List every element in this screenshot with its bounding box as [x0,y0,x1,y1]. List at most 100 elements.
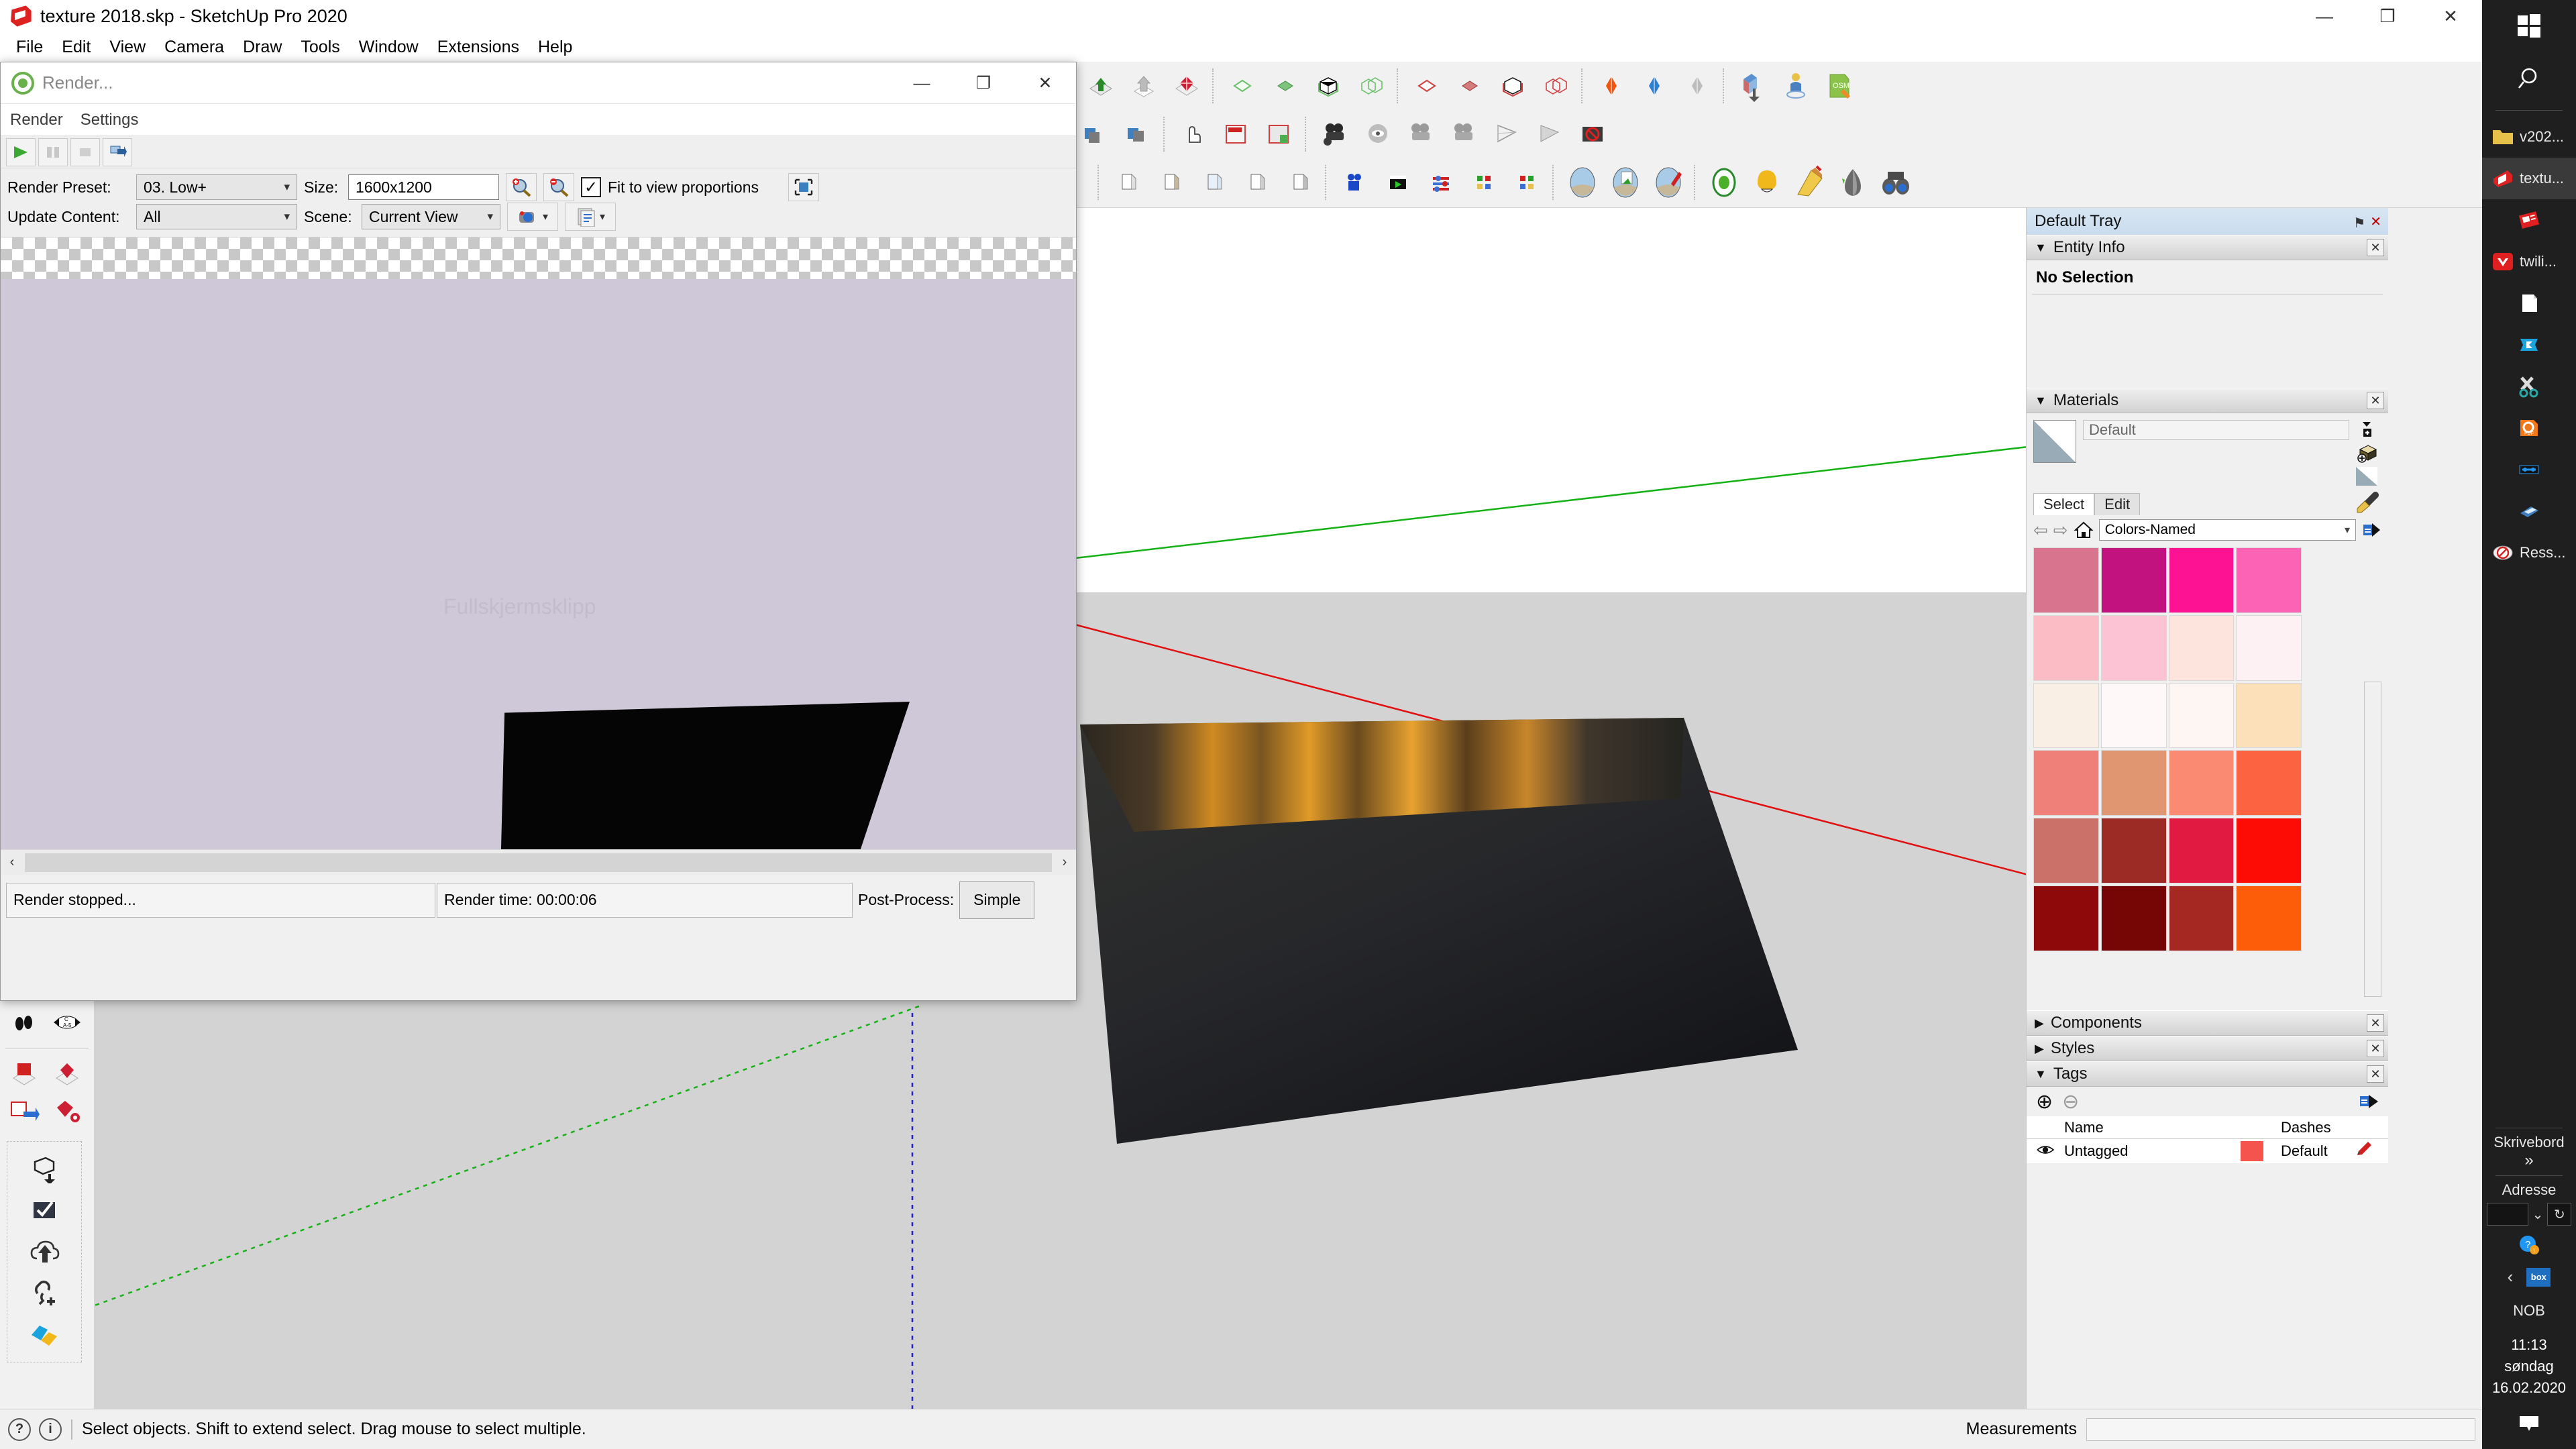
sandbox-from-contours-icon[interactable] [1593,67,1630,105]
environment-sky-icon[interactable] [1564,164,1601,201]
osm-import-icon[interactable]: OSM [1820,67,1858,105]
box-tray-icon[interactable]: box [2526,1267,2551,1287]
taskbar-app-twilight[interactable]: twili... [2482,241,2576,282]
material-swatch[interactable] [2100,885,2167,951]
scene-duplicate-icon[interactable] [1119,115,1157,153]
menu-help[interactable]: Help [529,36,582,59]
details-arrow-icon[interactable] [2361,521,2381,539]
environment-image-icon[interactable] [1607,164,1644,201]
sandbox-from-scratch-icon[interactable] [1635,67,1673,105]
maximize-button[interactable]: ❐ [2356,0,2419,32]
material-swatch[interactable] [2236,750,2302,816]
material-swatch[interactable] [2100,750,2167,816]
taskbar-app-texture[interactable]: textu... [2482,158,2576,199]
table-row[interactable]: Untagged Default [2027,1139,2388,1163]
toolbar-grip[interactable] [1723,68,1727,103]
render-preview-area[interactable]: Fullskjermsklipp ‹ › Render stopped... R… [1,237,1076,925]
photo-match-new-icon[interactable] [1218,115,1255,153]
render-maximize-button[interactable]: ❐ [953,62,1014,104]
material-swatch[interactable] [2168,750,2235,816]
material-name-field[interactable]: Default [2083,420,2349,440]
ruby-gem-box-icon[interactable] [48,1055,86,1093]
material-preview-swatch[interactable] [2033,420,2076,463]
size-input[interactable]: 1600x1200 [348,174,499,200]
home-icon[interactable] [2074,521,2094,539]
toolbar-grip[interactable] [1397,68,1401,103]
toolbar-grip[interactable] [1305,117,1309,152]
extension-store-icon[interactable] [5,1055,43,1093]
toolbar-grip[interactable] [1694,165,1699,200]
scene-select[interactable]: Current View ▾ [362,204,500,229]
minimize-button[interactable]: — [2293,0,2356,32]
scroll-right-arrow-icon[interactable]: › [1053,851,1076,875]
material-swatch[interactable] [2168,818,2235,883]
info-icon[interactable]: i [39,1417,62,1441]
desktop-chevron-icon[interactable]: » [2524,1151,2533,1170]
toolbar-grip[interactable] [1212,68,1217,103]
taskbar-app-snipping-tool[interactable] [2482,366,2576,407]
material-swatch[interactable] [2033,682,2099,749]
post-process-button[interactable]: Simple [959,881,1035,919]
material-swatch[interactable] [2033,750,2099,816]
solid-tools-subtract-icon[interactable] [1309,67,1347,105]
solid-union-red-icon[interactable] [1494,67,1532,105]
frustum-fill-icon[interactable] [1531,115,1568,153]
panel-header-styles[interactable]: ▶ Styles ✕ [2027,1036,2388,1061]
menu-camera[interactable]: Camera [155,36,233,59]
toolbar-grip[interactable] [1552,165,1557,200]
taskbar-app-resource-monitor[interactable]: Ress... [2482,532,2576,574]
add-location-person-icon[interactable] [1777,67,1815,105]
material-swatch[interactable] [2168,614,2235,681]
render-minimize-button[interactable]: — [891,62,953,104]
trimble-connect-icon[interactable] [25,1316,63,1354]
menu-extensions[interactable]: Extensions [428,36,529,59]
create-material-icon[interactable] [2357,420,2376,439]
page-copy-5-icon[interactable] [1281,164,1318,201]
taskbar-app-document[interactable] [2482,282,2576,324]
cloud-upload-icon[interactable] [25,1233,63,1271]
menu-view[interactable]: View [100,36,155,59]
tray-close-icon[interactable]: ✕ [2370,213,2381,230]
refresh-icon[interactable]: ↻ [2547,1203,2572,1226]
close-icon[interactable]: ✕ [2367,239,2384,256]
add-to-library-icon[interactable] [2356,443,2377,463]
render-region-icon[interactable] [1508,164,1546,201]
section-plane-icon[interactable] [1734,67,1772,105]
pause-render-button[interactable] [38,138,68,166]
update-content-select[interactable]: All ▾ [136,204,297,229]
page-copy-1-icon[interactable] [1109,164,1146,201]
sandbox-smoove-icon[interactable] [1678,67,1716,105]
solid-trim-icon[interactable] [1451,67,1489,105]
render-horizontal-scrollbar[interactable]: ‹ › [1,849,1076,875]
toolbar-grip[interactable] [1581,68,1586,103]
material-swatch[interactable] [2100,547,2167,613]
page-copy-3-icon[interactable] [1195,164,1232,201]
page-copy-4-icon[interactable] [1238,164,1275,201]
panel-header-entity-info[interactable]: ▼ Entity Info ✕ [2027,235,2388,260]
camera-view-icon[interactable] [1359,115,1397,153]
render-close-button[interactable]: ✕ [1014,62,1076,104]
material-swatch[interactable] [2236,885,2302,951]
walk-tool-icon[interactable] [5,1004,43,1041]
start-render-button[interactable] [6,138,36,166]
hand-grab-icon[interactable] [1175,115,1212,153]
animation-settings-icon[interactable] [1422,164,1460,201]
menu-draw[interactable]: Draw [233,36,291,59]
ruby-console-icon[interactable] [1168,67,1205,105]
thea-material-icon[interactable] [1791,164,1829,201]
taskbar-app-cleaner[interactable] [2482,324,2576,366]
stop-render-button[interactable] [70,138,100,166]
thea-pen-icon[interactable] [1834,164,1872,201]
camera-delete-icon[interactable] [1445,115,1483,153]
toolbar-grip[interactable] [1325,165,1330,200]
materials-collection-select[interactable]: Colors-Named ▾ [2098,519,2356,541]
help-icon[interactable]: ? [8,1417,31,1441]
scene-add-icon[interactable] [1076,115,1114,153]
download-model-icon[interactable] [25,1150,63,1187]
swatch-scrollbar[interactable] [2364,682,2381,997]
taskbar-app-network[interactable] [2482,449,2576,490]
add-camera-icon[interactable] [1316,115,1354,153]
close-icon[interactable]: ✕ [2367,392,2384,409]
add-tag-icon[interactable]: ⊕ [2036,1090,2053,1114]
help-tray-icon[interactable]: ?! [2518,1234,2540,1260]
